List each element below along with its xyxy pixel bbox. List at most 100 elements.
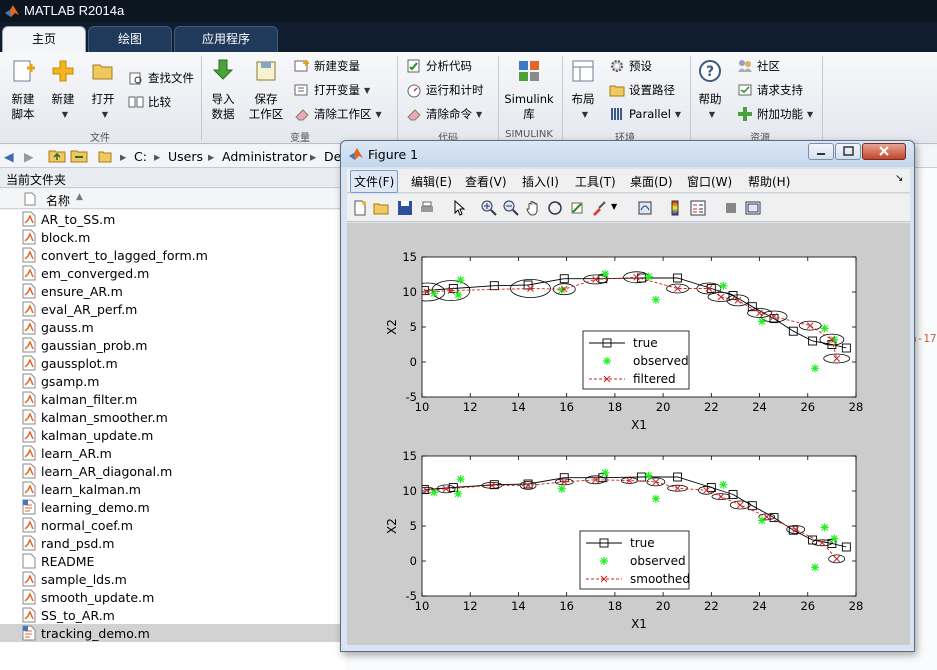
- layout-button[interactable]: 布局 ▼: [567, 58, 599, 122]
- save-workspace-button[interactable]: 保存 工作区: [246, 58, 286, 122]
- breadcrumb-users[interactable]: Users: [168, 149, 203, 164]
- figure-window[interactable]: Figure 1 文件(F) 编辑(E) 查看(V) 插入(I) 工具(T) 桌…: [340, 140, 915, 652]
- file-list-item[interactable]: eval_AR_perf.m: [0, 300, 345, 318]
- help-button[interactable]: ? 帮助 ▼: [694, 58, 726, 122]
- zoom-in-icon[interactable]: [481, 200, 497, 216]
- m-file-icon: [22, 463, 36, 479]
- file-list-item[interactable]: sample_lds.m: [0, 570, 345, 588]
- file-list-item[interactable]: tracking_demo.m: [0, 624, 345, 642]
- legend-icon[interactable]: [690, 200, 706, 216]
- parallel-button[interactable]: Parallel ▼: [609, 104, 681, 124]
- save-figure-icon[interactable]: [397, 200, 413, 216]
- file-list-item[interactable]: ensure_AR.m: [0, 282, 345, 300]
- menu-view[interactable]: 查看(V): [465, 173, 507, 190]
- new-script-button[interactable]: 新建 脚本: [6, 58, 40, 122]
- print-icon[interactable]: [419, 200, 435, 216]
- breadcrumb-desktop[interactable]: De: [324, 149, 341, 164]
- pan-hand-icon[interactable]: [525, 200, 541, 216]
- dock-arrow-icon[interactable]: ↘: [895, 173, 903, 184]
- open-variable-button[interactable]: 打开变量 ▼: [294, 80, 370, 100]
- file-list-item[interactable]: block.m: [0, 228, 345, 246]
- menu-window[interactable]: 窗口(W): [687, 173, 732, 190]
- tab-apps[interactable]: 应用程序: [174, 26, 278, 52]
- file-list-item[interactable]: gauss.m: [0, 318, 345, 336]
- community-button[interactable]: 社区: [737, 56, 780, 76]
- close-button[interactable]: [862, 143, 906, 160]
- file-list-item[interactable]: smooth_update.m: [0, 588, 345, 606]
- brush-icon[interactable]: [591, 200, 607, 216]
- breadcrumb-separator: ▸: [154, 149, 161, 164]
- star-marker: [601, 468, 610, 477]
- new-button[interactable]: 新建 ▼: [46, 58, 80, 122]
- simulink-library-button[interactable]: Simulink 库: [504, 58, 554, 122]
- minimize-button[interactable]: [808, 143, 834, 160]
- preferences-button[interactable]: 预设: [609, 56, 652, 76]
- file-list-item[interactable]: AR_to_SS.m: [0, 210, 345, 228]
- file-list-item[interactable]: gsamp.m: [0, 372, 345, 390]
- breadcrumb-administrator[interactable]: Administrator: [222, 149, 307, 164]
- data-cursor-icon[interactable]: [569, 200, 585, 216]
- colorbar-icon[interactable]: [667, 200, 683, 216]
- find-files-button[interactable]: 查找文件: [128, 68, 194, 88]
- open-button[interactable]: 打开 ▼: [86, 58, 120, 122]
- addons-button[interactable]: 附加功能 ▼: [737, 104, 813, 124]
- file-list-item[interactable]: README: [0, 552, 345, 570]
- file-list-item[interactable]: kalman_smoother.m: [0, 408, 345, 426]
- maximize-button[interactable]: [835, 143, 861, 160]
- zoom-out-icon[interactable]: [503, 200, 519, 216]
- file-list-item[interactable]: SS_to_AR.m: [0, 606, 345, 624]
- clear-workspace-button[interactable]: 清除工作区 ▼: [294, 104, 382, 124]
- open-file-icon[interactable]: [373, 200, 389, 216]
- analyze-code-button[interactable]: 分析代码: [406, 56, 472, 76]
- pointer-icon[interactable]: [451, 200, 467, 216]
- menu-help[interactable]: 帮助(H): [748, 173, 790, 190]
- file-list-item[interactable]: rand_psd.m: [0, 534, 345, 552]
- file-list-item[interactable]: learn_AR_diagonal.m: [0, 462, 345, 480]
- menu-tools[interactable]: 工具(T): [575, 173, 616, 190]
- brush-dropdown-icon[interactable]: ▼: [611, 202, 617, 211]
- up-folder-icon[interactable]: [48, 149, 66, 166]
- x-tick-label: 12: [463, 400, 478, 414]
- menu-file[interactable]: 文件(F): [350, 170, 399, 193]
- run-and-time-button[interactable]: 运行和计时: [406, 80, 484, 100]
- file-list-item[interactable]: em_converged.m: [0, 264, 345, 282]
- file-list-item[interactable]: convert_to_lagged_form.m: [0, 246, 345, 264]
- set-path-button[interactable]: 设置路径: [609, 80, 675, 100]
- file-list-item[interactable]: normal_coef.m: [0, 516, 345, 534]
- file-list-item[interactable]: learn_kalman.m: [0, 480, 345, 498]
- file-list-item[interactable]: kalman_filter.m: [0, 390, 345, 408]
- menu-edit[interactable]: 编辑(E): [411, 173, 452, 190]
- file-list-item[interactable]: kalman_update.m: [0, 426, 345, 444]
- clear-commands-button[interactable]: 清除命令 ▼: [406, 104, 482, 124]
- new-figure-icon[interactable]: [352, 200, 368, 216]
- y-tick-label: 0: [410, 554, 417, 568]
- star-marker: [830, 534, 839, 543]
- breadcrumb-drive[interactable]: C:: [134, 149, 147, 164]
- rotate-3d-icon[interactable]: [547, 200, 563, 216]
- file-list-item[interactable]: gaussplot.m: [0, 354, 345, 372]
- link-plot-icon[interactable]: [637, 200, 653, 216]
- file-list-item[interactable]: learn_AR.m: [0, 444, 345, 462]
- import-data-button[interactable]: 导入 数据: [206, 58, 240, 122]
- request-support-button[interactable]: 请求支持: [737, 80, 803, 100]
- browse-folder-icon[interactable]: [70, 149, 88, 166]
- svg-text:?: ?: [706, 64, 714, 80]
- y-tick-label: 0: [410, 355, 417, 369]
- compare-button[interactable]: 比较: [128, 92, 171, 112]
- tab-plots[interactable]: 绘图: [88, 26, 172, 52]
- file-list-item[interactable]: learning_demo.m: [0, 498, 345, 516]
- figure-canvas[interactable]: 10 12 14 16 18 20 22 24 26 28 -5 0 5 10 15 X1 X2 true obse…: [347, 223, 910, 645]
- file-name: gaussian_prob.m: [41, 338, 148, 353]
- menu-insert[interactable]: 插入(I): [522, 173, 559, 190]
- hide-plot-tools-icon[interactable]: [723, 200, 739, 216]
- menu-desktop[interactable]: 桌面(D): [630, 173, 673, 190]
- figure-titlebar[interactable]: Figure 1: [341, 141, 914, 167]
- show-plot-tools-icon[interactable]: [745, 200, 761, 216]
- tab-home[interactable]: 主页: [2, 26, 86, 52]
- file-name: SS_to_AR.m: [41, 608, 115, 623]
- new-variable-button[interactable]: 新建变量: [294, 56, 360, 76]
- file-list-item[interactable]: gaussian_prob.m: [0, 336, 345, 354]
- forward-arrow-icon[interactable]: ▶: [24, 149, 34, 164]
- file-column-header[interactable]: 名称 ▲: [0, 189, 345, 209]
- back-arrow-icon[interactable]: ◀: [4, 149, 14, 164]
